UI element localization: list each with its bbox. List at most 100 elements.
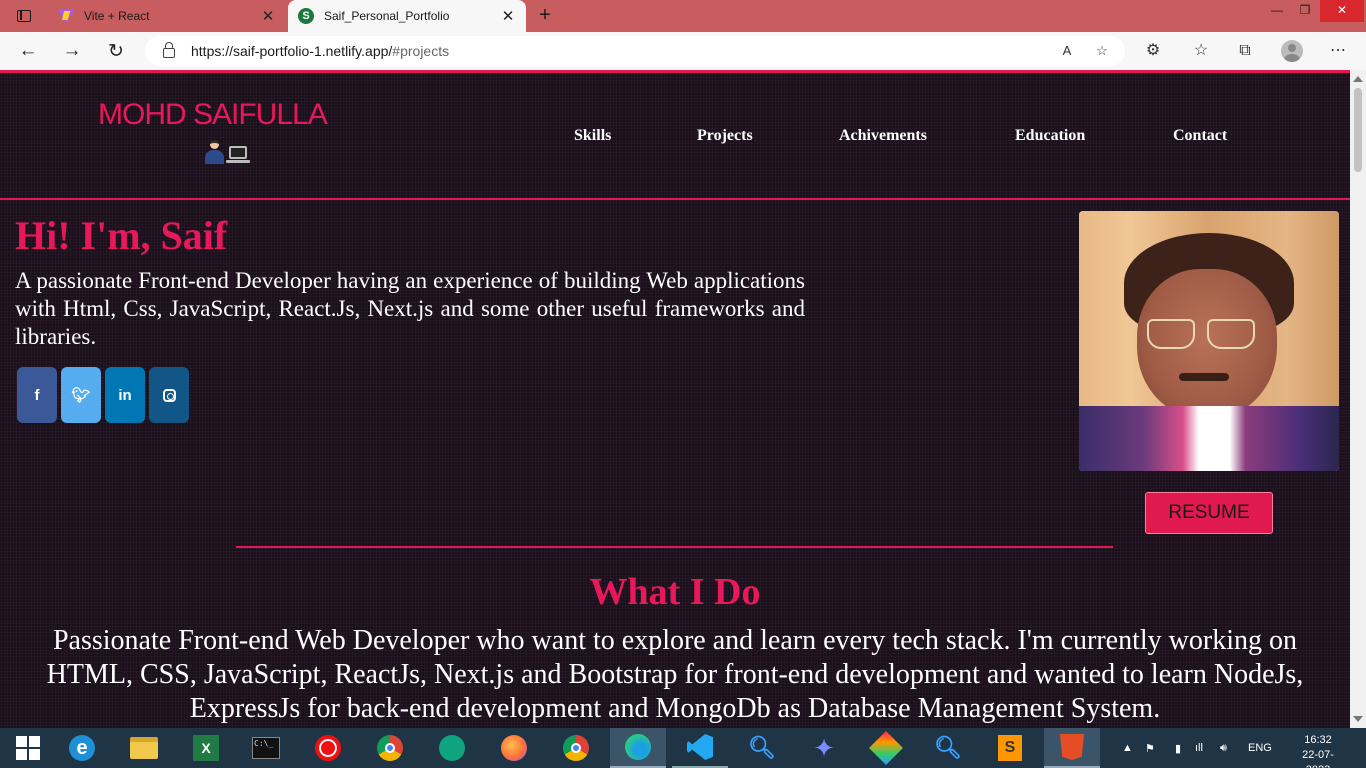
battery-icon[interactable]: ▮ [1175, 728, 1181, 768]
tab-title: Vite + React [84, 9, 150, 23]
taskbar-chatgpt[interactable] [424, 728, 480, 768]
network-warning-icon[interactable]: ⚑ [1145, 728, 1155, 768]
tab-actions-icon[interactable] [10, 6, 38, 26]
developer-emoji-icon [204, 140, 250, 164]
firefox-icon [501, 735, 527, 761]
tab-close-icon[interactable]: ✕ [258, 7, 278, 25]
nav-skills[interactable]: Skills [574, 127, 611, 145]
photos-icon [869, 731, 903, 765]
twitter-button[interactable]: 🐦︎ [61, 367, 101, 423]
tab-saif-portfolio[interactable]: S Saif_Personal_Portfolio ✕ [288, 0, 526, 32]
taskbar-internet-explorer[interactable]: e [54, 728, 110, 768]
instagram-button[interactable] [149, 367, 189, 423]
more-menu-icon[interactable]: ⋯ [1327, 40, 1349, 62]
chrome-profile-icon [563, 735, 589, 761]
taskbar-copilot[interactable]: ✦ [796, 728, 852, 768]
taskbar-firefox[interactable] [486, 728, 542, 768]
tab-vite-react[interactable]: Vite + React ✕ [48, 0, 286, 32]
nav-contact[interactable]: Contact [1173, 127, 1227, 145]
tab-title: Saif_Personal_Portfolio [324, 9, 450, 23]
vscode-icon [687, 734, 713, 760]
profile-avatar[interactable] [1281, 40, 1303, 62]
twitter-icon: 🐦︎ [71, 387, 91, 404]
vite-favicon-icon [58, 8, 74, 24]
internet-explorer-icon: e [69, 735, 95, 761]
edge-icon [625, 734, 651, 760]
taskbar-excel[interactable]: X [178, 728, 234, 768]
language-indicator[interactable]: ENG [1248, 728, 1272, 768]
taskbar-vscode[interactable] [672, 728, 728, 768]
html5-icon [1060, 734, 1084, 760]
taskbar-file-explorer[interactable] [116, 728, 172, 768]
taskbar-chrome[interactable] [362, 728, 418, 768]
minimize-button[interactable]: — [1262, 0, 1292, 22]
address-bar[interactable]: https://saif-portfolio-1.netlify.app/#pr… [145, 36, 1125, 66]
what-i-do-title: What I Do [589, 571, 761, 613]
clock[interactable]: 16:32 22-07-2023 [1290, 733, 1346, 768]
youtube-music-icon [315, 735, 341, 761]
social-links: f 🐦︎ in [17, 367, 189, 423]
back-button[interactable]: ← [13, 36, 43, 66]
signal-icon[interactable]: ıll [1195, 728, 1203, 768]
scroll-thumb[interactable] [1354, 88, 1362, 172]
file-explorer-icon [130, 737, 158, 759]
profile-photo [1079, 211, 1339, 471]
header-divider [0, 198, 1350, 200]
taskbar-sublime[interactable]: S [982, 728, 1038, 768]
read-aloud-icon[interactable]: A [1057, 42, 1077, 62]
refresh-button[interactable]: ↻ [101, 36, 131, 66]
url-text: https://saif-portfolio-1.netlify.app/#pr… [191, 43, 450, 59]
taskbar-html-app[interactable] [1044, 728, 1100, 768]
site-logo[interactable]: MOHD SAIFULLA [98, 98, 328, 132]
add-favorite-icon[interactable]: ☆ [1092, 42, 1112, 62]
collections-icon[interactable]: ⧉ [1234, 40, 1256, 62]
start-button[interactable] [0, 728, 56, 768]
top-accent-line [0, 70, 1350, 73]
favorites-icon[interactable]: ☆ [1190, 40, 1212, 62]
section-divider [236, 546, 1113, 548]
hero-description: A passionate Front-end Developer having … [15, 268, 805, 349]
tab-close-icon[interactable]: ✕ [498, 7, 518, 25]
sparkle-icon: ✦ [813, 732, 835, 763]
linkedin-icon: in [118, 386, 132, 404]
tray-chevron-icon[interactable]: ▲ [1122, 728, 1133, 768]
extensions-icon[interactable]: ⚙ [1142, 40, 1164, 62]
nav-achivements[interactable]: Achivements [839, 127, 927, 145]
scroll-down-icon[interactable] [1353, 716, 1363, 722]
chrome-icon [377, 735, 403, 761]
nav-education[interactable]: Education [1015, 127, 1085, 145]
lock-icon [163, 42, 175, 58]
search-icon: 🔍︎ [934, 735, 962, 760]
hero-title: Hi! I'm, Saif [15, 213, 228, 258]
taskbar-photos[interactable] [858, 728, 914, 768]
restore-button[interactable]: ❐ [1290, 0, 1320, 22]
forward-button[interactable]: → [57, 36, 87, 66]
windows-logo-icon [16, 736, 40, 760]
volume-icon[interactable]: 🔊︎ [1220, 728, 1227, 768]
scroll-up-icon[interactable] [1353, 76, 1363, 82]
taskbar-chrome-profile[interactable] [548, 728, 604, 768]
page-scrollbar[interactable] [1350, 70, 1366, 728]
close-window-button[interactable]: ✕ [1320, 0, 1364, 22]
nav-projects[interactable]: Projects [697, 127, 753, 145]
windows-taskbar: e X C:\_ 🔍︎ ✦ 🔍︎ S ▲ ⚑ ▮ ıll 🔊︎ ENG 16:3… [0, 728, 1366, 768]
linkedin-button[interactable]: in [105, 367, 145, 423]
taskbar-search-2[interactable]: 🔍︎ [920, 728, 976, 768]
browser-toolbar: ← → ↻ https://saif-portfolio-1.netlify.a… [0, 32, 1366, 70]
page-viewport: MOHD SAIFULLA Skills Projects Achivement… [0, 70, 1350, 728]
sublime-icon: S [998, 735, 1022, 761]
facebook-icon: f [34, 386, 40, 404]
taskbar-youtube-music[interactable] [300, 728, 356, 768]
clock-date: 22-07-2023 [1302, 749, 1334, 768]
facebook-button[interactable]: f [17, 367, 57, 423]
resume-button[interactable]: RESUME [1145, 492, 1273, 534]
chatgpt-icon [439, 735, 465, 761]
search-icon: 🔍︎ [748, 735, 776, 760]
new-tab-button[interactable]: + [534, 4, 556, 26]
browser-tab-bar: Vite + React ✕ S Saif_Personal_Portfolio… [0, 0, 1366, 32]
taskbar-search-1[interactable]: 🔍︎ [734, 728, 790, 768]
taskbar-terminal[interactable]: C:\_ [238, 728, 294, 768]
taskbar-edge[interactable] [610, 728, 666, 768]
instagram-icon [162, 388, 176, 402]
what-i-do-description: Passionate Front-end Web Developer who w… [46, 625, 1304, 724]
